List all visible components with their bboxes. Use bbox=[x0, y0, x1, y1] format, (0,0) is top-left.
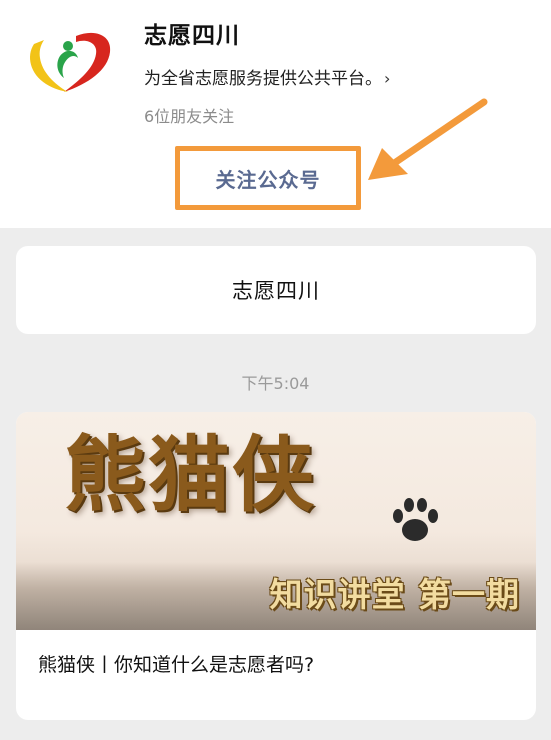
account-header: 志愿四川 为全省志愿服务提供公共平台。 › 6位朋友关注 关注公众号 bbox=[0, 0, 551, 228]
cover-subtitle: 知识讲堂 第一期 bbox=[269, 575, 520, 614]
message-timestamp: 下午5:04 bbox=[241, 374, 310, 393]
cover-title: 熊猫侠 bbox=[64, 427, 317, 523]
paw-icon bbox=[393, 498, 438, 541]
account-name: 志愿四川 bbox=[144, 23, 240, 49]
message-feed[interactable]: 志愿四川 下午5:04 熊猫侠 知识讲堂 第一期 熊猫侠丨你知道什么是志愿者吗? bbox=[0, 228, 551, 740]
article-cover-image[interactable]: 熊猫侠 知识讲堂 第一期 bbox=[16, 412, 536, 630]
account-description-text: 为全省志愿服务提供公共平台。 bbox=[144, 69, 382, 89]
heart-logo-icon bbox=[30, 32, 111, 92]
account-name-card[interactable]: 志愿四川 bbox=[16, 246, 536, 334]
chevron-right-icon: › bbox=[384, 69, 391, 88]
friends-following-count: 6位朋友关注 bbox=[144, 107, 235, 126]
follow-highlight-box: 关注公众号 bbox=[175, 146, 361, 210]
article-card[interactable]: 熊猫侠 知识讲堂 第一期 熊猫侠丨你知道什么是志愿者吗? bbox=[16, 412, 536, 720]
account-description[interactable]: 为全省志愿服务提供公共平台。 › bbox=[144, 64, 390, 89]
article-title[interactable]: 熊猫侠丨你知道什么是志愿者吗? bbox=[38, 650, 314, 677]
follow-account-button[interactable]: 关注公众号 bbox=[180, 151, 356, 205]
pointer-arrow-icon bbox=[368, 98, 488, 180]
